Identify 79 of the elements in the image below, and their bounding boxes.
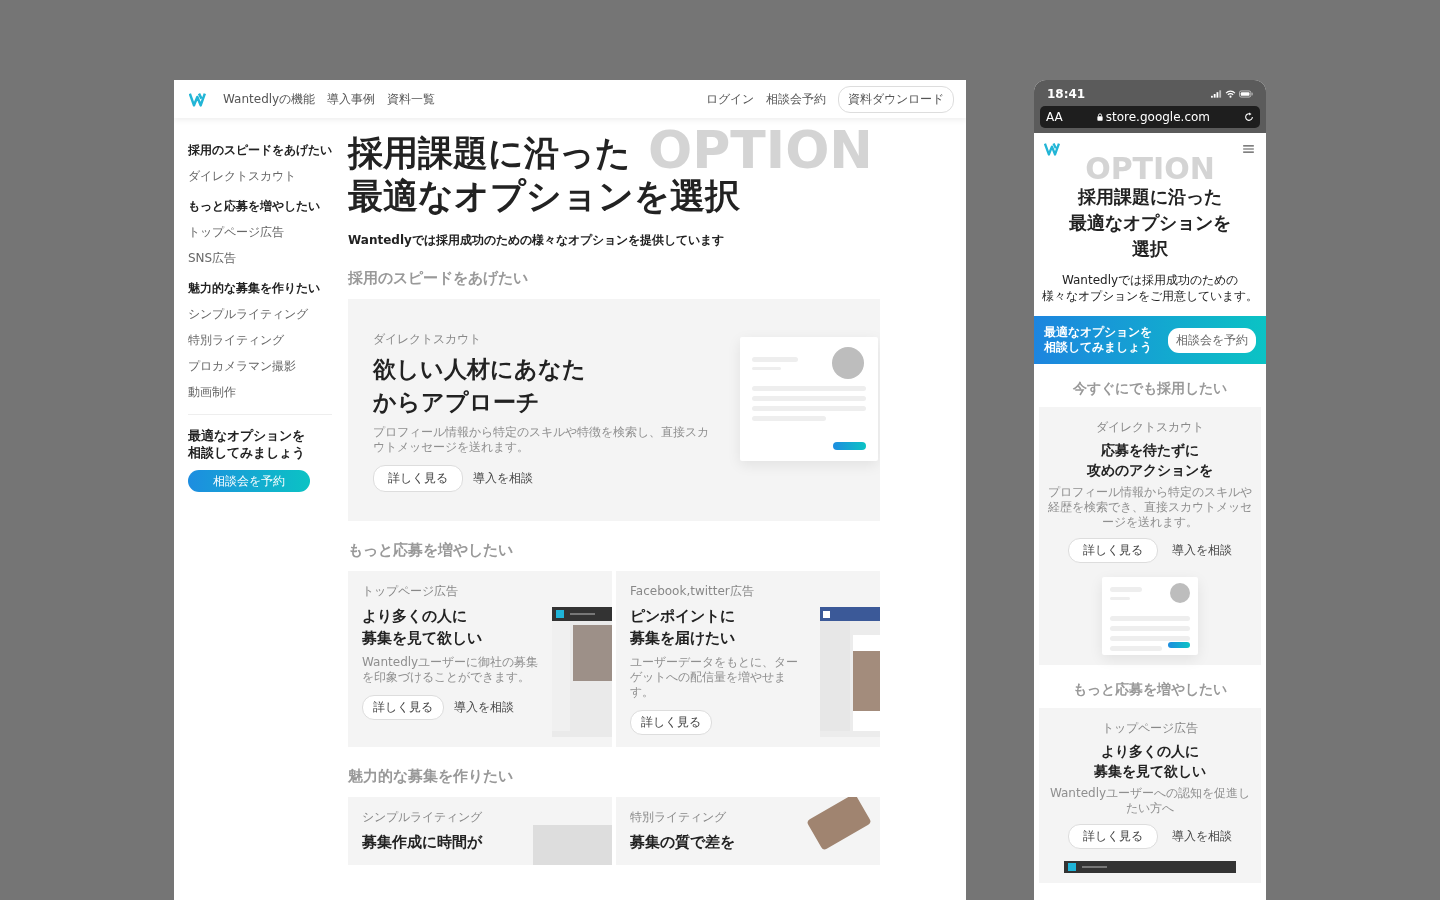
sidebar-item[interactable]: SNS広告 [188, 250, 332, 267]
card-title: からアプローチ [373, 388, 540, 417]
hero-title: 採用課題に沿った [1077, 185, 1223, 209]
sidebar-item[interactable]: シンプルライティング [188, 306, 332, 323]
card-title: 欲しい人材にあなた [373, 355, 586, 384]
consult-link[interactable]: 導入を相談 [454, 699, 514, 716]
card-title: ピンポイントに [630, 606, 735, 627]
hero-subtitle: 様々なオプションをご用意しています。 [1042, 288, 1258, 304]
sidebar-heading[interactable]: 魅力的な募集を作りたい [188, 280, 332, 297]
card-label: トップページ広告 [1101, 720, 1199, 737]
section-heading: 今すぐにでも採用したい [1072, 380, 1228, 398]
details-button[interactable]: 詳しく見る [362, 695, 444, 720]
card-title: 攻めのアクションを [1087, 461, 1213, 480]
status-time: 18:41 [1047, 87, 1086, 101]
card-label: シンプルライティング [362, 809, 483, 826]
download-button[interactable]: 資料ダウンロード [838, 85, 954, 113]
nav-link[interactable]: 相談会予約 [766, 90, 826, 108]
consult-link[interactable]: 導入を相談 [473, 470, 533, 487]
card-description: Wantedlyユーザーへの認知を促進したい方へ [1048, 786, 1252, 816]
card-title: 募集を届けたい [630, 628, 735, 649]
sidebar-heading[interactable]: もっと応募を増やしたい [188, 198, 332, 215]
card-title: 募集の質で差を [630, 832, 735, 853]
signal-icon [1211, 90, 1222, 98]
url-text: store.google.com [1105, 110, 1210, 124]
menu-icon[interactable] [1243, 145, 1254, 153]
sidebar-item[interactable]: トップページ広告 [188, 224, 332, 241]
card-label: ダイレクトスカウト [373, 331, 482, 348]
cta-text: 相談してみましょう [188, 444, 306, 461]
nav-link[interactable]: 導入事例 [327, 90, 376, 108]
logo-icon[interactable] [1044, 142, 1063, 156]
hero-title: 最適なオプションを [1068, 211, 1232, 235]
hero-title: 採用課題に沿った [348, 132, 631, 175]
details-button[interactable]: 詳しく見る [373, 465, 463, 492]
card-description: Wantedlyユーザーに御社の募集を印象づけることができます。 [362, 655, 540, 685]
logo-icon[interactable] [189, 91, 209, 107]
sidebar-heading[interactable]: 採用のスピードをあげたい [188, 142, 332, 159]
hero-subtitle: Wantedlyでは採用成功のための様々なオプションを提供しています [348, 232, 725, 249]
sidebar-item[interactable]: プロカメラマン撮影 [188, 358, 332, 375]
card-title: 募集作成に時間が [362, 832, 482, 853]
address-bar[interactable]: AA store.google.com [1040, 106, 1260, 128]
section-heading: 魅力的な募集を作りたい [348, 767, 514, 786]
wifi-icon [1225, 90, 1236, 98]
text-size-button[interactable]: AA [1046, 110, 1063, 124]
card-label: Facebook,twitter広告 [630, 583, 755, 600]
hero-title: 選択 [1131, 237, 1169, 261]
hero-title: 最適なオプションを選択 [348, 175, 740, 218]
banner-text: 相談してみましょう [1044, 340, 1152, 355]
card-label: ダイレクトスカウト [1095, 419, 1205, 436]
card-description: プロフィール情報から特定のスキルや経歴を検索でき、直接スカウトメッセージを送れます。 [1047, 485, 1253, 530]
card-title: より多くの人に [362, 606, 467, 627]
sidebar-item[interactable]: 特別ライティング [188, 332, 332, 349]
cta-text: 最適なオプションを [188, 427, 306, 444]
battery-icon [1239, 90, 1253, 98]
card-title: 募集を見て欲しい [362, 628, 482, 649]
card-label: トップページ広告 [362, 583, 459, 600]
nav-link[interactable]: ログイン [706, 90, 754, 108]
sidebar-item[interactable]: 動画制作 [188, 384, 332, 401]
section-heading: もっと応募を増やしたい [348, 541, 514, 560]
card-description: プロフィール情報から特定のスキルや特徴を検索し、直接スカウトメッセージを送れます。 [373, 425, 710, 455]
card-label: 特別ライティング [630, 809, 727, 826]
consult-link[interactable]: 導入を相談 [1172, 542, 1232, 559]
section-heading: もっと応募を増やしたい [1072, 681, 1228, 699]
section-heading: 採用のスピードをあげたい [348, 269, 529, 288]
sidebar-item[interactable]: ダイレクトスカウト [188, 168, 332, 185]
card-title: 応募を待たずに [1101, 441, 1199, 460]
lock-icon [1096, 113, 1103, 121]
consult-link[interactable]: 導入を相談 [1172, 828, 1232, 845]
reload-icon[interactable] [1244, 112, 1254, 122]
nav-link[interactable]: 資料一覧 [387, 90, 436, 108]
nav-link[interactable]: Wantedlyの機能 [223, 90, 316, 108]
card-description: ユーザーデータをもとに、ターゲットへの配信量を増やせます。 [630, 655, 799, 700]
details-button[interactable]: 詳しく見る [1068, 824, 1158, 849]
card-title: 募集を見て欲しい [1094, 762, 1206, 781]
details-button[interactable]: 詳しく見る [630, 710, 712, 735]
details-button[interactable]: 詳しく見る [1068, 538, 1158, 563]
book-consultation-button[interactable]: 相談会を予約 [1168, 327, 1256, 353]
hero-subtitle: Wantedlyでは採用成功のための [1061, 272, 1239, 288]
card-title: より多くの人に [1101, 742, 1199, 761]
banner-text: 最適なオプションを [1044, 325, 1152, 340]
